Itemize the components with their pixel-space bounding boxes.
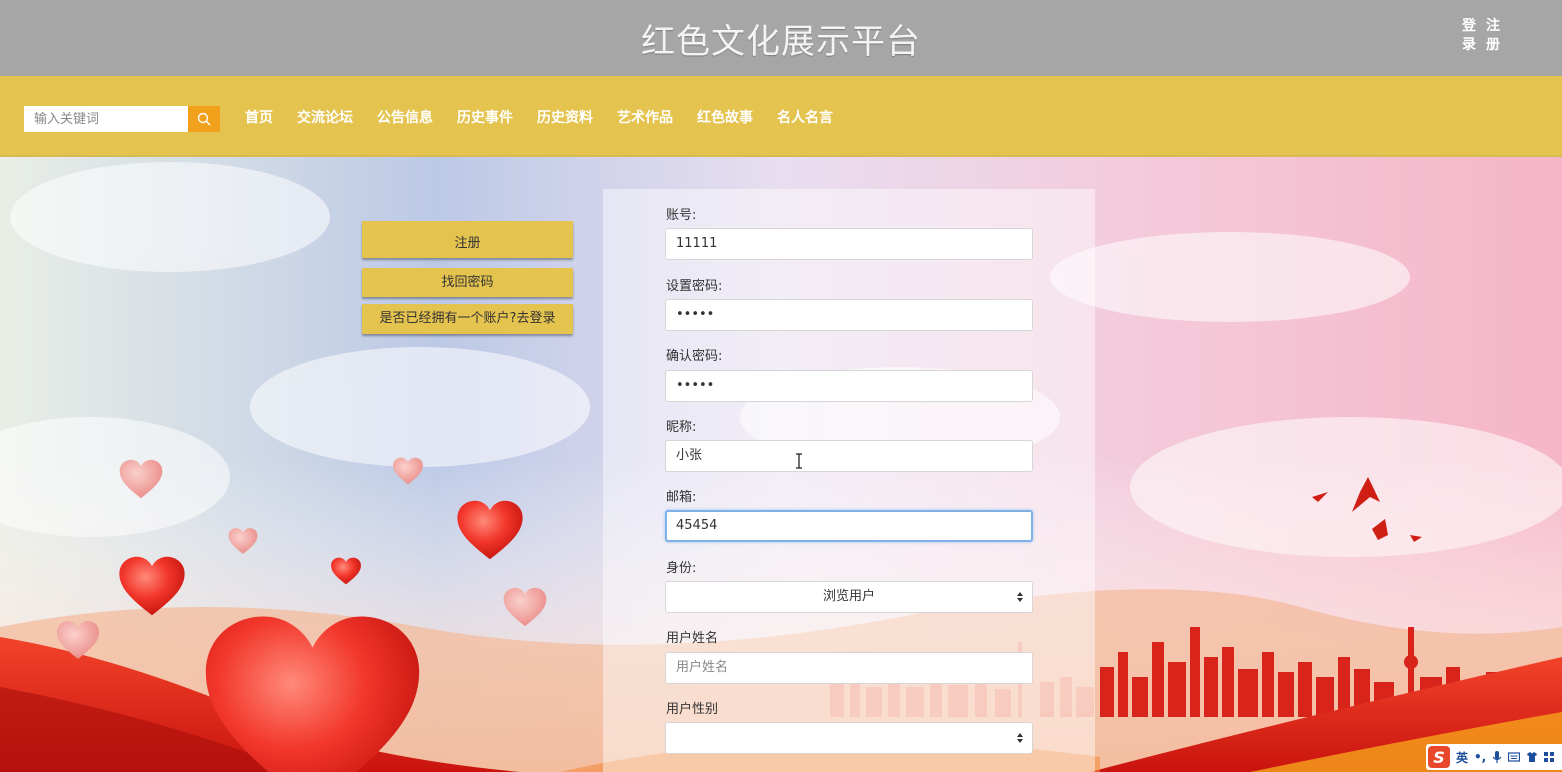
login-link[interactable]: 登录: [1462, 17, 1476, 55]
email-input[interactable]: 45454: [665, 510, 1033, 542]
account-label: 账号:: [666, 208, 697, 223]
gender-select[interactable]: [665, 722, 1033, 754]
nav-menu: 首页 交流论坛 公告信息 历史事件 历史资料 艺术作品 红色故事 名人名言: [245, 107, 833, 127]
search-icon: [197, 112, 211, 126]
nav-bar: 首页 交流论坛 公告信息 历史事件 历史资料 艺术作品 红色故事 名人名言: [0, 76, 1562, 157]
email-label: 邮箱:: [666, 490, 697, 505]
find-password-button[interactable]: 找回密码: [362, 268, 573, 297]
password-label: 设置密码:: [666, 279, 723, 294]
password-input[interactable]: •••••: [665, 299, 1033, 331]
ime-language[interactable]: 英: [1456, 749, 1468, 766]
confirm-password-label: 确认密码:: [666, 349, 723, 364]
text-cursor-icon: [796, 453, 802, 469]
microphone-icon[interactable]: [1492, 750, 1502, 764]
confirm-password-input[interactable]: •••••: [665, 370, 1033, 402]
nav-item-history-events[interactable]: 历史事件: [457, 107, 513, 127]
sogou-logo-icon: S: [1428, 746, 1450, 768]
real-name-placeholder: 用户姓名: [676, 660, 729, 675]
site-title: 红色文化展示平台: [641, 22, 921, 62]
skin-icon[interactable]: [1526, 751, 1538, 763]
real-name-label: 用户姓名: [666, 631, 719, 646]
nav-item-artworks[interactable]: 艺术作品: [617, 107, 673, 127]
keyboard-icon[interactable]: [1508, 751, 1521, 763]
select-arrows-icon: [1017, 592, 1023, 602]
select-arrows-icon: [1017, 733, 1023, 743]
auth-links: 登录 注册: [1462, 17, 1500, 55]
register-link[interactable]: 注册: [1486, 17, 1500, 55]
nav-item-famous-quotes[interactable]: 名人名言: [777, 107, 833, 127]
nav-item-history-materials[interactable]: 历史资料: [537, 107, 593, 127]
ime-punctuation[interactable]: •,: [1474, 750, 1486, 764]
nav-item-red-stories[interactable]: 红色故事: [697, 107, 753, 127]
account-input[interactable]: 11111: [665, 228, 1033, 260]
top-header: 红色文化展示平台 登录 注册: [0, 0, 1562, 76]
identity-select[interactable]: 浏览用户: [665, 581, 1033, 613]
nav-item-announcements[interactable]: 公告信息: [377, 107, 433, 127]
grid-icon[interactable]: [1544, 752, 1555, 762]
register-tab-button[interactable]: 注册: [362, 221, 573, 258]
identity-label: 身份:: [666, 561, 697, 576]
go-login-button[interactable]: 是否已经拥有一个账户?去登录: [362, 304, 573, 334]
nickname-input[interactable]: 小张: [665, 440, 1033, 472]
search-box: [24, 106, 220, 132]
nickname-label: 昵称:: [666, 420, 697, 435]
nav-item-forum[interactable]: 交流论坛: [297, 107, 353, 127]
ime-toolbar[interactable]: S 英 •,: [1426, 744, 1562, 770]
search-input[interactable]: [24, 106, 188, 132]
nav-item-home[interactable]: 首页: [245, 107, 273, 127]
real-name-input[interactable]: 用户姓名: [665, 652, 1033, 684]
gender-label: 用户性别: [666, 702, 719, 717]
identity-select-value: 浏览用户: [822, 589, 875, 604]
search-button[interactable]: [188, 106, 220, 132]
